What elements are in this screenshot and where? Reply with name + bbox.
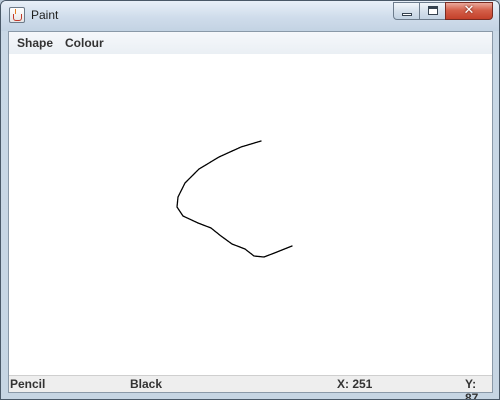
menu-shape[interactable]: Shape [14, 35, 56, 51]
minimize-button[interactable] [393, 2, 420, 20]
java-app-icon[interactable] [9, 7, 25, 23]
drawing-surface [176, 140, 293, 258]
title-bar[interactable]: Paint ✕ [1, 1, 499, 31]
status-tool: Pencil [10, 377, 46, 391]
close-icon: ✕ [463, 3, 475, 18]
drawing-canvas[interactable] [9, 54, 492, 378]
status-y-coordinate: Y: 87 [465, 377, 479, 400]
maximize-button[interactable] [419, 2, 446, 20]
pencil-stroke [176, 140, 293, 258]
status-color: Black [130, 377, 163, 391]
close-button[interactable]: ✕ [445, 2, 493, 20]
maximize-icon [428, 6, 438, 15]
cup-mark [13, 14, 22, 21]
minimize-icon [402, 13, 412, 16]
menu-bar: Shape Colour [9, 32, 492, 55]
status-x-coordinate: X: 251 [337, 377, 373, 391]
window-title: Paint [31, 8, 59, 22]
status-bar: Pencil Black X: 251 Y: 87 [9, 375, 492, 399]
client-area: Shape Colour Pencil Black X: 251 Y: 87 [8, 31, 493, 399]
menu-colour[interactable]: Colour [62, 35, 107, 51]
paint-window: Paint ✕ Shape Colour Pencil Black X: 251… [0, 0, 500, 400]
